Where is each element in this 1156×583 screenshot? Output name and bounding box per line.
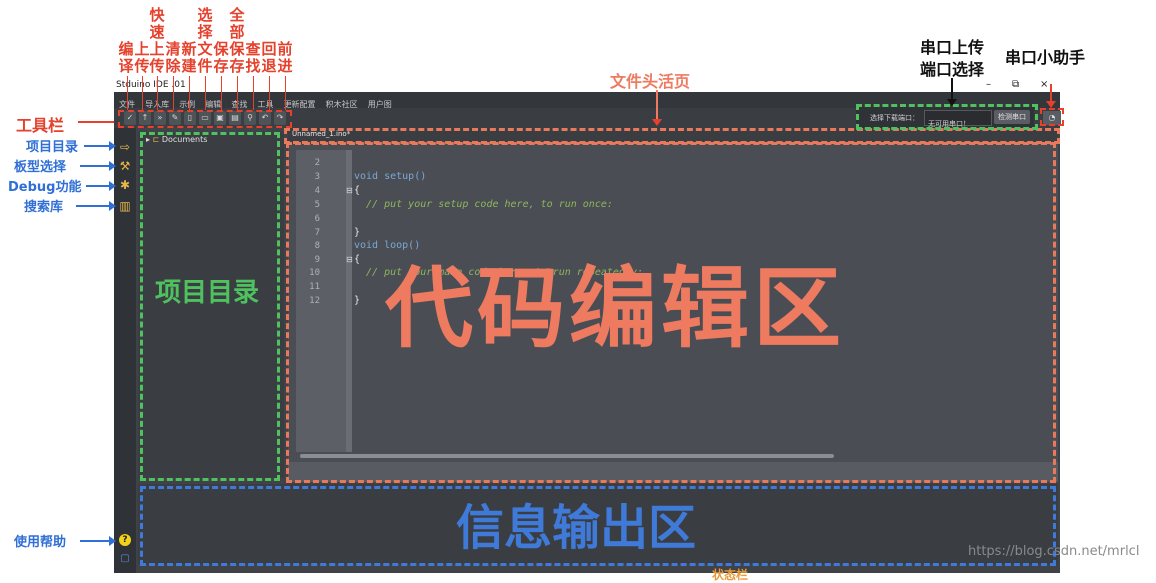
arrow-debug: [86, 181, 116, 191]
close-button[interactable]: ×: [1040, 78, 1048, 92]
watermark: https://blog.csdn.net/mrlcl: [968, 544, 1140, 559]
file-tab-caption: 文件头活页: [610, 72, 691, 91]
tb-label-find: 查 找: [245, 40, 261, 75]
helper-box: [1040, 108, 1064, 126]
serial-helper-caption: 串口小助手: [1005, 48, 1086, 67]
tb-pointer: [237, 76, 238, 110]
toolbar-box: [118, 110, 292, 128]
label-board-select: 板型选择: [14, 160, 67, 175]
arrow-project-dir: [84, 141, 116, 151]
output-area-label: 信息输出区: [456, 500, 697, 556]
help-icon[interactable]: ?: [119, 534, 131, 546]
project-area-label: 项目目录: [155, 278, 260, 308]
serial-helper-arrow: [1046, 84, 1056, 108]
tb-label-clean: 清 除: [165, 40, 181, 75]
label-project-dir: 项目目录: [26, 140, 79, 155]
left-sidebar: [114, 128, 136, 573]
code-area-label: 代码编辑区: [385, 257, 846, 360]
status-bar-caption: 状态栏: [712, 568, 749, 582]
label-search-lib: 搜索库: [24, 200, 64, 215]
title-bar: Stduino IDE .01 – ⧉ ×: [114, 78, 1060, 92]
tb-label-open: 选 择 文 件: [197, 6, 213, 75]
maximize-button[interactable]: ⧉: [1012, 78, 1019, 92]
serial-upload-caption-1: 串口上传: [920, 38, 985, 57]
tb-pointer: [205, 76, 206, 110]
label-debug: Debug功能: [8, 180, 82, 195]
board-select-icon[interactable]: ⚒: [117, 158, 133, 174]
tb-pointer: [189, 76, 190, 110]
tb-pointer: [142, 76, 143, 110]
debug-icon[interactable]: ✱: [117, 177, 133, 193]
chat-icon[interactable]: ▢: [119, 553, 131, 565]
arrow-board-select: [80, 161, 116, 171]
file-tab-box: [284, 128, 1060, 144]
tb-pointer: [157, 76, 158, 110]
label-help: 使用帮助: [14, 535, 67, 550]
toolbar-caption: 工具栏: [16, 116, 65, 135]
tb-label-fast-upload: 快 速 上 传: [149, 6, 165, 75]
port-box: [856, 104, 1038, 130]
tb-pointer: [221, 76, 222, 110]
tb-label-upload: 上 传: [134, 40, 150, 75]
tb-label-save-all: 全 部 保 存: [229, 6, 245, 75]
toolbar-arrow: [78, 121, 114, 123]
tb-label-save: 保 存: [213, 40, 229, 75]
tb-label-undo: 回 退: [261, 40, 277, 75]
tb-label-redo: 前 进: [277, 40, 293, 75]
arrow-search-lib: [76, 201, 116, 211]
project-dir-icon[interactable]: ⇨: [117, 139, 133, 155]
tb-label-compile: 编 译: [118, 40, 134, 75]
tb-pointer: [173, 76, 174, 110]
tb-pointer: [253, 76, 254, 110]
tb-pointer: [269, 76, 270, 110]
tb-pointer: [285, 76, 286, 110]
arrow-help: [80, 536, 116, 546]
tb-label-new: 新 建: [181, 40, 197, 75]
serial-upload-arrow: [947, 78, 957, 106]
minimize-button[interactable]: –: [986, 78, 991, 92]
search-library-icon[interactable]: ▥: [117, 198, 133, 214]
serial-upload-caption-2: 端口选择: [920, 60, 985, 79]
file-tab-arrow: [652, 90, 662, 126]
tb-pointer: [127, 76, 128, 110]
